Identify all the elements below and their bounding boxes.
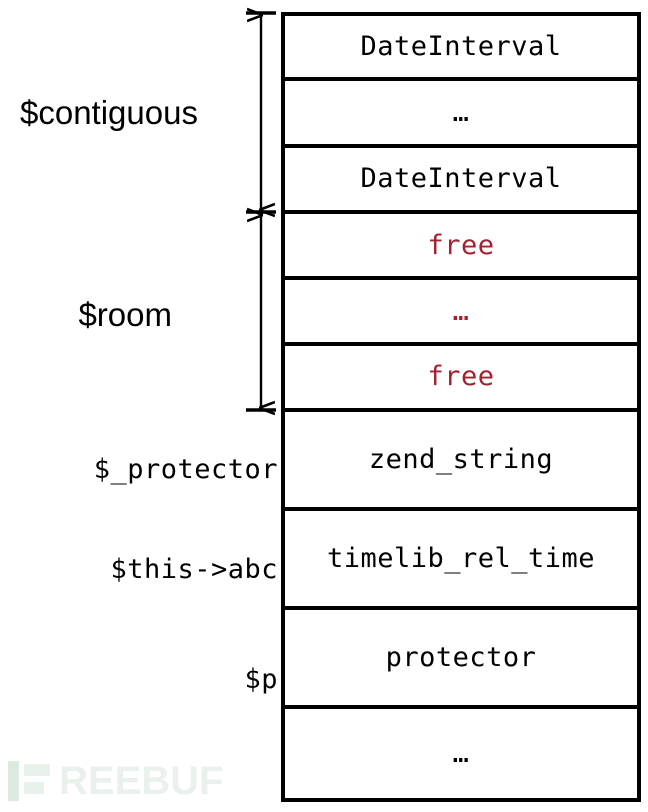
memory-cell-protector: protector bbox=[285, 610, 637, 709]
label-contiguous: $contiguous bbox=[20, 94, 198, 131]
memory-cell-zend-string: zend_string bbox=[285, 412, 637, 511]
memory-cell-ellipsis-bottom: … bbox=[452, 737, 470, 769]
label-p: $p bbox=[244, 664, 278, 695]
freebuf-logo-icon bbox=[8, 761, 50, 801]
label-this-abc: $this->abc bbox=[110, 554, 278, 585]
memory-cell-dateinterval-first: DateInterval bbox=[285, 16, 637, 82]
freebuf-watermark: REEBUF bbox=[8, 758, 223, 804]
memory-cell-ellipsis-contiguous: … bbox=[285, 81, 637, 148]
freebuf-watermark-text: REEBUF bbox=[59, 759, 224, 803]
label-protector: $_protector bbox=[93, 454, 278, 485]
memory-layout-table: DateInterval … DateInterval free … free … bbox=[281, 12, 641, 802]
memory-cell-timelib-rel-time: timelib_rel_time bbox=[285, 511, 637, 610]
bracket-contiguous bbox=[246, 13, 276, 212]
label-room: $room bbox=[78, 296, 172, 333]
memory-cell-dateinterval-last: DateInterval bbox=[285, 148, 637, 214]
memory-cell-ellipsis-free: … bbox=[285, 280, 637, 346]
bracket-room bbox=[246, 215, 276, 410]
memory-cell-free-last: free bbox=[285, 346, 637, 412]
memory-cell-free-first: free bbox=[285, 214, 637, 281]
